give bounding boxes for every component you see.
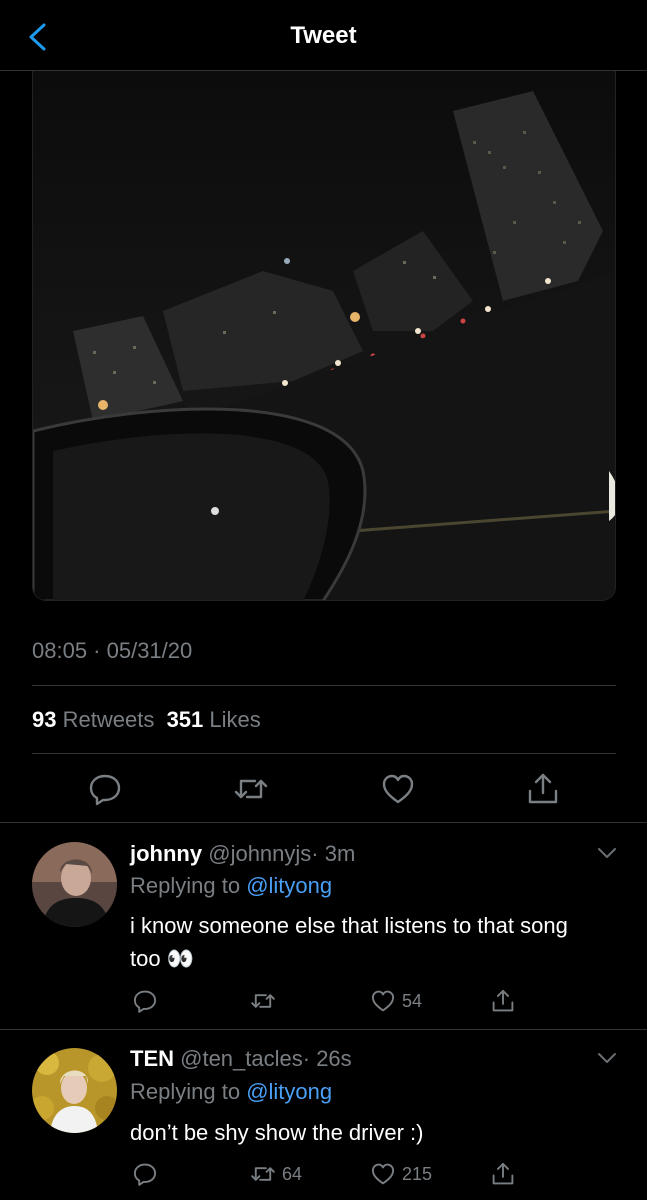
mention-link[interactable]: @lityong [246, 873, 332, 898]
likes-count[interactable]: 351 [167, 707, 204, 732]
display-name[interactable]: johnny [130, 841, 202, 866]
user-avatar-image [32, 1048, 117, 1133]
night-city-photo [33, 71, 615, 600]
share-button[interactable] [490, 1160, 516, 1188]
more-options-button[interactable] [596, 842, 618, 864]
reply-button[interactable] [132, 987, 158, 1015]
retweet-icon [234, 779, 268, 799]
share-icon [528, 773, 558, 804]
like-button[interactable]: 54 [370, 987, 422, 1015]
retweet-button[interactable] [233, 771, 269, 807]
reply-icon [89, 774, 121, 806]
divider [0, 822, 647, 823]
divider [32, 753, 616, 754]
page-title: Tweet [290, 22, 357, 49]
retweet-icon [251, 994, 275, 1008]
tweet-photo[interactable] [32, 71, 616, 601]
more-options-button[interactable] [596, 1047, 618, 1069]
share-icon [492, 1162, 514, 1185]
divider [0, 1029, 647, 1030]
retweet-button[interactable]: 64 [250, 1160, 302, 1188]
tweet-stats: 93 Retweets 351 Likes [32, 707, 261, 733]
like-count: 54 [402, 990, 423, 1011]
display-name[interactable]: TEN [130, 1046, 174, 1071]
chevron-down-icon [598, 1053, 616, 1063]
reply-time: · 3m [311, 841, 356, 866]
retweets-label[interactable]: Retweets [63, 707, 155, 732]
heart-icon [371, 990, 395, 1012]
reply-icon [133, 990, 157, 1013]
user-handle[interactable]: @ten_tacles [180, 1046, 303, 1071]
heart-icon [371, 1163, 395, 1185]
like-button[interactable] [380, 771, 416, 807]
retweet-button[interactable] [250, 987, 282, 1015]
user-avatar-image [32, 842, 117, 927]
reply-icon [133, 1163, 157, 1186]
reply-header: TEN @ten_tacles· 26s [130, 1046, 352, 1072]
tweet-timestamp: 08:05 · 05/31/20 [32, 638, 193, 663]
like-button[interactable]: 215 [370, 1160, 432, 1188]
retweet-icon [251, 1167, 275, 1181]
heart-icon [382, 774, 414, 804]
retweet-count: 64 [282, 1163, 303, 1184]
replying-to: Replying to @lityong [130, 873, 332, 899]
reply-text: i know someone else that listens to that… [130, 913, 568, 971]
likes-label[interactable]: Likes [209, 707, 260, 732]
top-bar: Tweet [0, 0, 647, 71]
replying-to: Replying to @lityong [130, 1079, 332, 1105]
divider [32, 685, 616, 686]
reply-button[interactable] [132, 1160, 158, 1188]
share-button[interactable] [525, 771, 561, 807]
retweets-count[interactable]: 93 [32, 707, 56, 732]
user-handle[interactable]: @johnnyjs [208, 841, 311, 866]
share-button[interactable] [490, 987, 516, 1015]
reply-button[interactable] [87, 771, 123, 807]
avatar[interactable] [32, 842, 117, 927]
mention-link[interactable]: @lityong [246, 1079, 332, 1104]
share-icon [492, 989, 514, 1012]
avatar[interactable] [32, 1048, 117, 1133]
replying-label: Replying to [130, 873, 241, 898]
reply-header: johnny @johnnyjs· 3m [130, 841, 355, 867]
like-count: 215 [402, 1163, 433, 1184]
replying-label: Replying to [130, 1079, 241, 1104]
chevron-down-icon [598, 848, 616, 858]
reply-text: don’t be shy show the driver :) [130, 1120, 424, 1145]
reply-time: · 26s [302, 1046, 352, 1071]
